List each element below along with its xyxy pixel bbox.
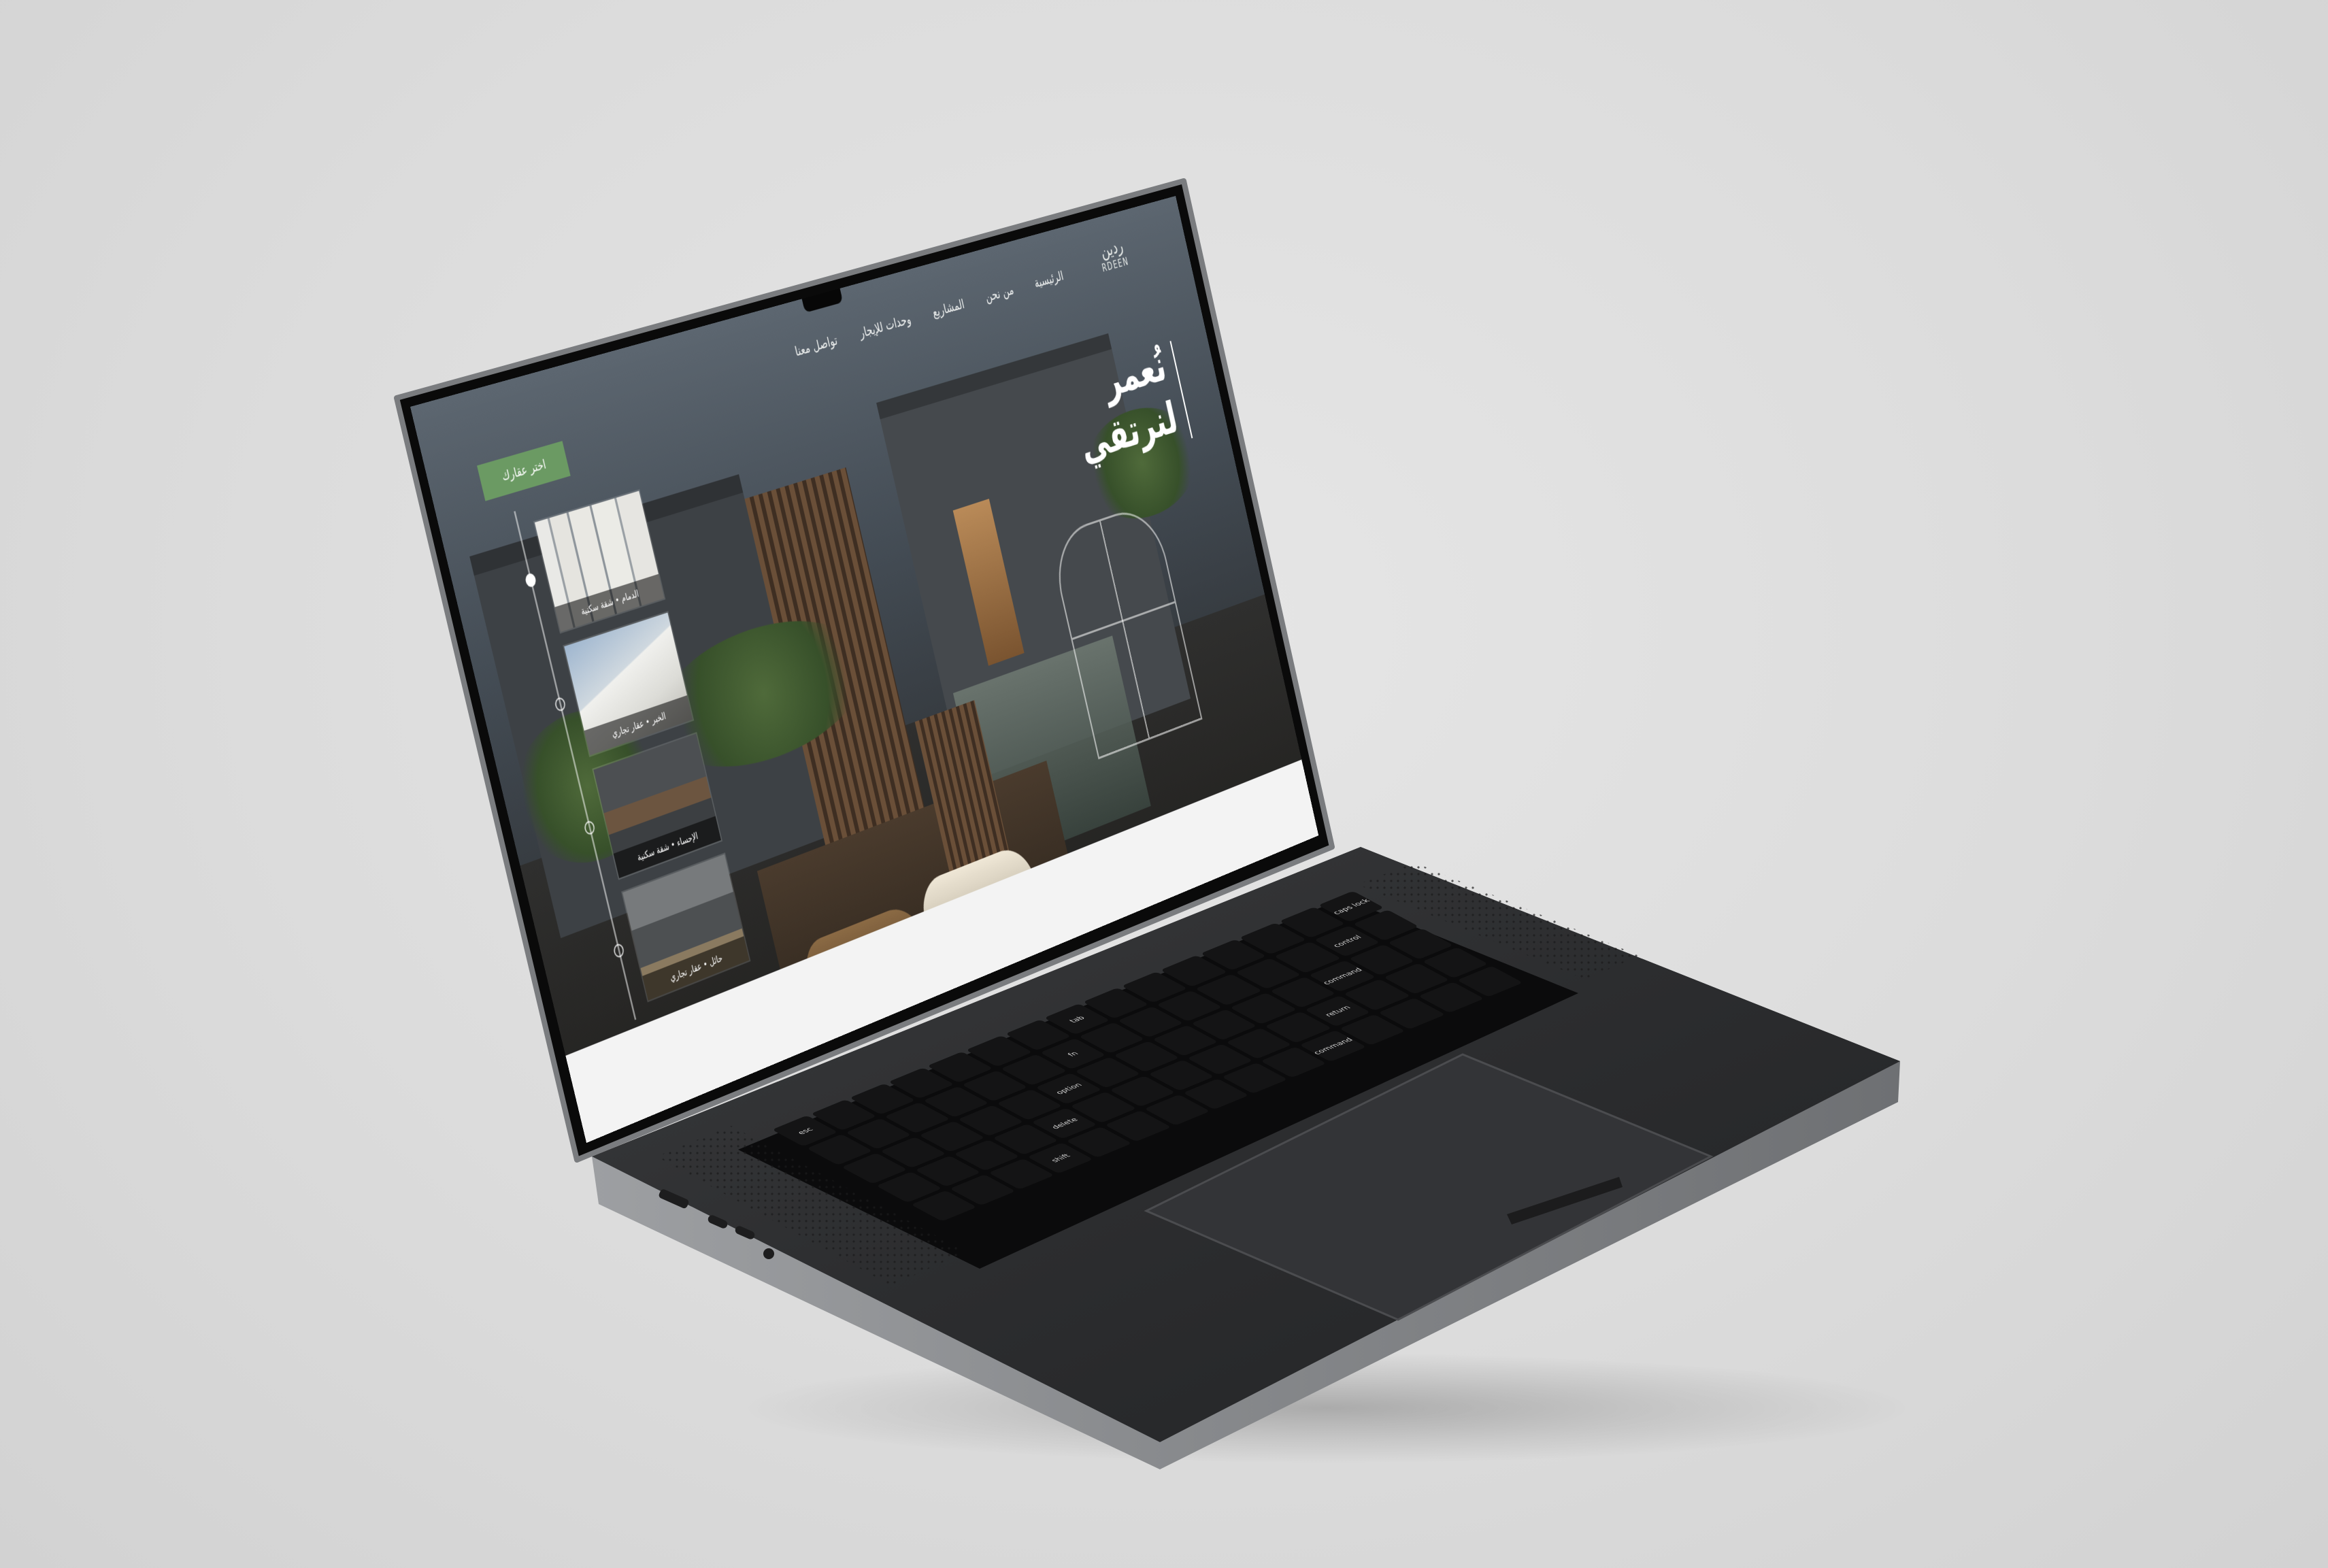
mockup-scene: esc tab caps lock fn control option command del… [0,0,2328,1568]
